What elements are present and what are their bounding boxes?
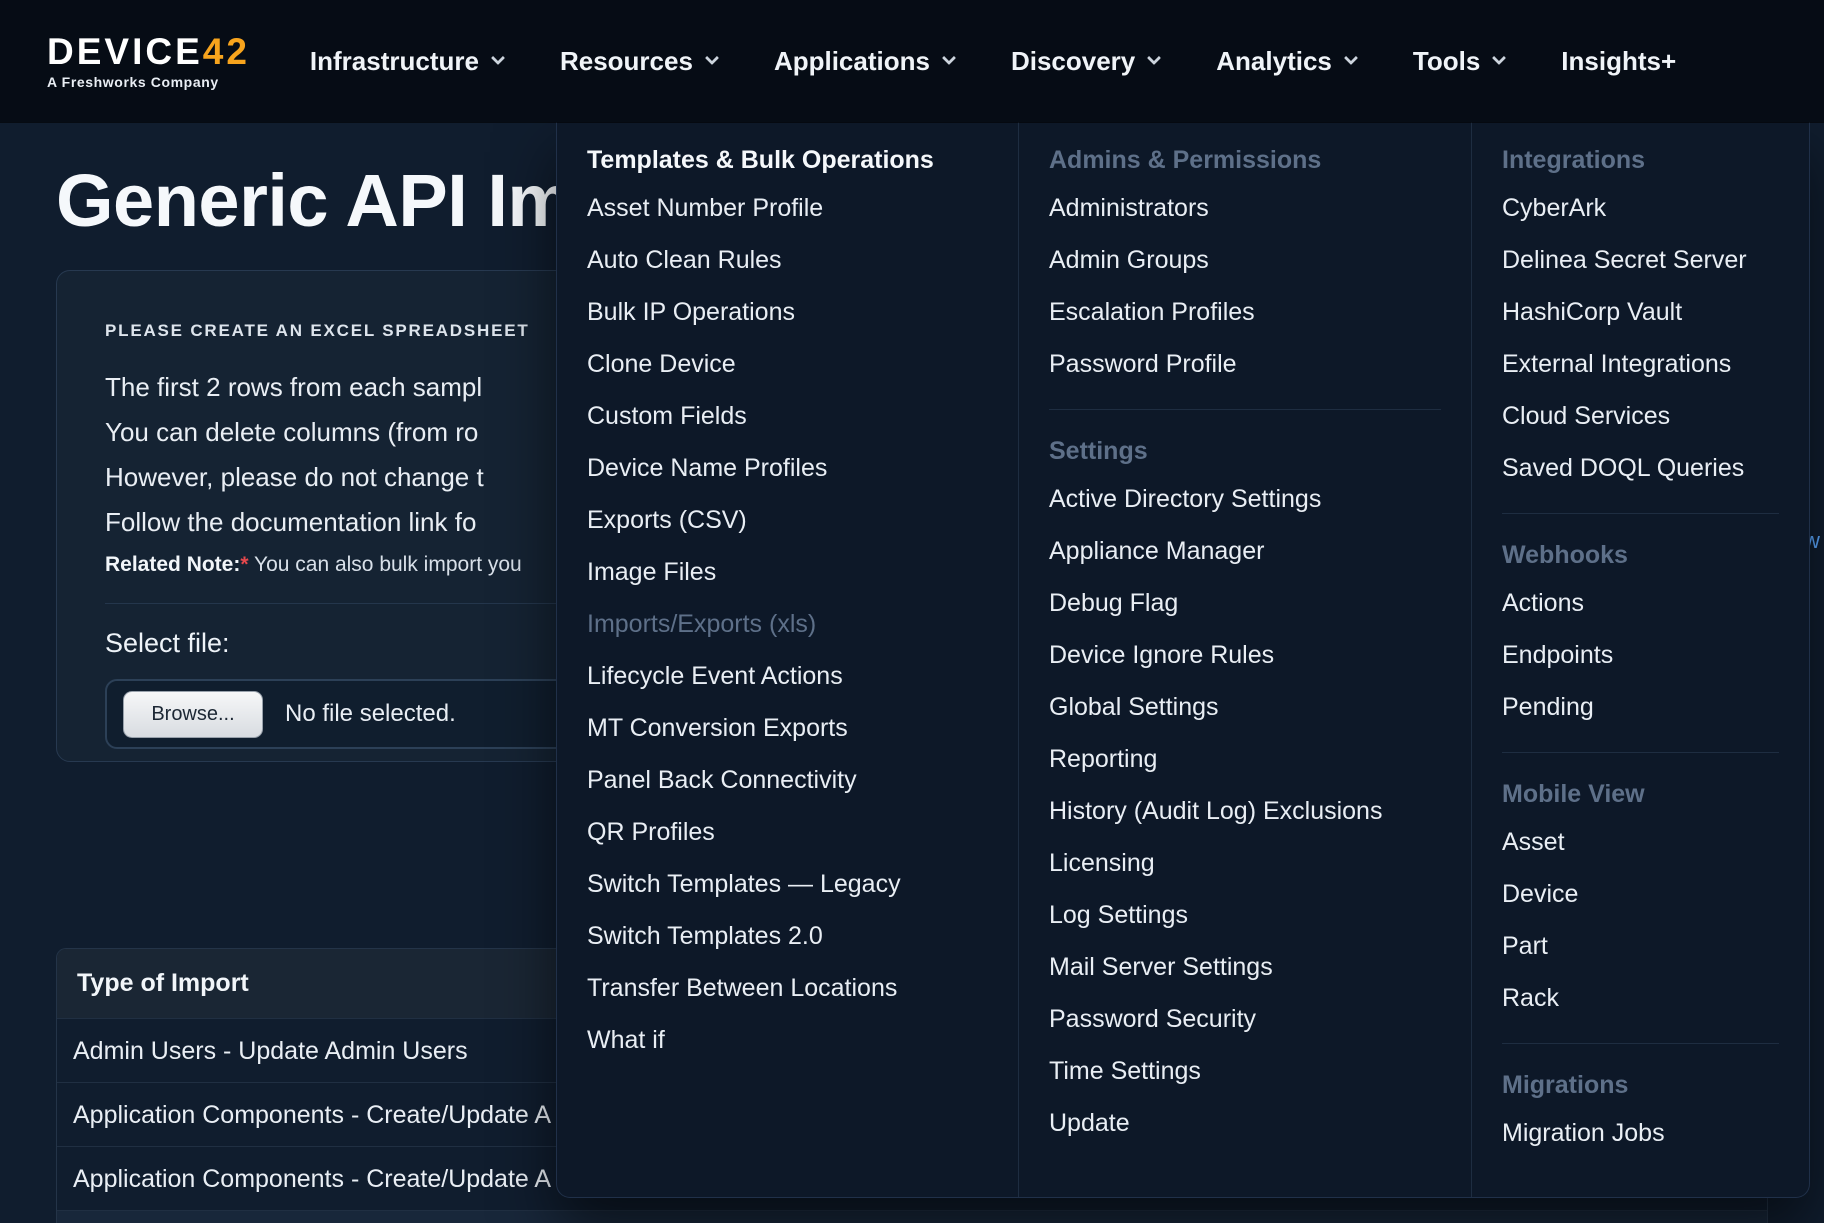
menu-item-part[interactable]: Part — [1502, 920, 1779, 972]
nav-item-applications[interactable]: Applications — [774, 46, 954, 77]
chevron-down-icon — [942, 50, 956, 64]
menu-group-header-webhooks: Webhooks — [1502, 533, 1779, 577]
menu-item-reporting[interactable]: Reporting — [1049, 733, 1441, 785]
menu-item-appliance-manager[interactable]: Appliance Manager — [1049, 525, 1441, 577]
menu-item-imports-exports-xls[interactable]: Imports/Exports (xls) — [587, 598, 988, 650]
related-note-text: You can also bulk import you — [249, 553, 522, 576]
menu-item-qr-profiles[interactable]: QR Profiles — [587, 806, 988, 858]
menu-item-panel-back-connectivity[interactable]: Panel Back Connectivity — [587, 754, 988, 806]
nav-item-tools[interactable]: Tools — [1413, 46, 1504, 77]
related-note-label: Related Note: — [105, 553, 240, 576]
menu-group-header-integrations: Integrations — [1502, 138, 1779, 182]
menu-item-lifecycle-event-actions[interactable]: Lifecycle Event Actions — [587, 650, 988, 702]
menu-item-administrators[interactable]: Administrators — [1049, 182, 1441, 234]
menu-item-password-profile[interactable]: Password Profile — [1049, 338, 1441, 390]
menu-item-migration-jobs[interactable]: Migration Jobs — [1502, 1107, 1779, 1159]
menu-column-integrations: Integrations CyberArk Delinea Secret Ser… — [1472, 122, 1809, 1197]
menu-item-custom-fields[interactable]: Custom Fields — [587, 390, 988, 442]
menu-item-actions[interactable]: Actions — [1502, 577, 1779, 629]
menu-item-switch-templates-legacy[interactable]: Switch Templates — Legacy — [587, 858, 988, 910]
menu-item-global-settings[interactable]: Global Settings — [1049, 681, 1441, 733]
menu-item-asset[interactable]: Asset — [1502, 816, 1779, 868]
menu-item-debug-flag[interactable]: Debug Flag — [1049, 577, 1441, 629]
menu-item-escalation-profiles[interactable]: Escalation Profiles — [1049, 286, 1441, 338]
menu-item-rack[interactable]: Rack — [1502, 972, 1779, 1024]
menu-item-pending[interactable]: Pending — [1502, 681, 1779, 733]
menu-item-hashicorp-vault[interactable]: HashiCorp Vault — [1502, 286, 1779, 338]
menu-item-mt-conversion-exports[interactable]: MT Conversion Exports — [587, 702, 988, 754]
chevron-down-icon — [491, 50, 505, 64]
menu-group-header-settings: Settings — [1049, 429, 1441, 473]
menu-item-asset-number-profile[interactable]: Asset Number Profile — [587, 182, 988, 234]
nav-item-label: Discovery — [1011, 46, 1135, 77]
menu-item-what-if[interactable]: What if — [587, 1014, 988, 1066]
nav-item-insights-plus[interactable]: Insights+ — [1561, 46, 1676, 77]
menu-group-header-admins-permissions: Admins & Permissions — [1049, 138, 1441, 182]
menu-item-saved-doql-queries[interactable]: Saved DOQL Queries — [1502, 442, 1779, 494]
menu-item-clone-device[interactable]: Clone Device — [587, 338, 988, 390]
menu-item-endpoints[interactable]: Endpoints — [1502, 629, 1779, 681]
device42-logo-text: DEVICE42 — [47, 33, 250, 70]
menu-item-delinea-secret-server[interactable]: Delinea Secret Server — [1502, 234, 1779, 286]
menu-group-header-templates-bulk-operations: Templates & Bulk Operations — [587, 138, 988, 182]
menu-item-cloud-services[interactable]: Cloud Services — [1502, 390, 1779, 442]
menu-group-divider — [1502, 1043, 1779, 1044]
nav-item-analytics[interactable]: Analytics — [1216, 46, 1356, 77]
menu-item-transfer-between-locations[interactable]: Transfer Between Locations — [587, 962, 988, 1014]
chevron-down-icon — [1147, 50, 1161, 64]
menu-item-external-integrations[interactable]: External Integrations — [1502, 338, 1779, 390]
menu-item-admin-groups[interactable]: Admin Groups — [1049, 234, 1441, 286]
browse-button[interactable]: Browse... — [123, 691, 263, 738]
menu-item-update[interactable]: Update — [1049, 1097, 1441, 1149]
menu-item-device-ignore-rules[interactable]: Device Ignore Rules — [1049, 629, 1441, 681]
logo-name: DEVICE — [47, 31, 203, 72]
device42-logo[interactable]: DEVICE42 A Freshworks Company — [47, 33, 250, 89]
nav-item-label: Analytics — [1216, 46, 1332, 77]
menu-item-password-security[interactable]: Password Security — [1049, 993, 1441, 1045]
table-row-partial — [57, 1210, 1767, 1223]
menu-column-admins-settings: Admins & Permissions Administrators Admi… — [1019, 122, 1472, 1197]
required-asterisk: * — [240, 553, 248, 576]
nav-item-infrastructure[interactable]: Infrastructure — [310, 46, 503, 77]
file-status-text: No file selected. — [285, 700, 456, 728]
menu-item-exports-csv[interactable]: Exports (CSV) — [587, 494, 988, 546]
menu-item-switch-templates-2-0[interactable]: Switch Templates 2.0 — [587, 910, 988, 962]
menu-column-templates: Templates & Bulk Operations Asset Number… — [557, 122, 1019, 1197]
menu-item-time-settings[interactable]: Time Settings — [1049, 1045, 1441, 1097]
chevron-down-icon — [1492, 50, 1506, 64]
main-nav: Infrastructure Resources Applications Di… — [310, 46, 1676, 77]
menu-group-divider — [1049, 409, 1441, 410]
menu-item-auto-clean-rules[interactable]: Auto Clean Rules — [587, 234, 988, 286]
menu-item-cyberark[interactable]: CyberArk — [1502, 182, 1779, 234]
logo-subtitle: A Freshworks Company — [47, 75, 250, 89]
menu-group-divider — [1502, 513, 1779, 514]
menu-item-mail-server-settings[interactable]: Mail Server Settings — [1049, 941, 1441, 993]
menu-group-header-migrations: Migrations — [1502, 1063, 1779, 1107]
menu-item-licensing[interactable]: Licensing — [1049, 837, 1441, 889]
nav-item-label: Applications — [774, 46, 930, 77]
nav-item-discovery[interactable]: Discovery — [1011, 46, 1159, 77]
nav-item-label: Tools — [1413, 46, 1480, 77]
menu-group-divider — [1502, 752, 1779, 753]
menu-item-bulk-ip-operations[interactable]: Bulk IP Operations — [587, 286, 988, 338]
menu-item-image-files[interactable]: Image Files — [587, 546, 988, 598]
menu-item-history-audit-log-exclusions[interactable]: History (Audit Log) Exclusions — [1049, 785, 1441, 837]
logo-accent: 42 — [203, 31, 250, 72]
menu-item-device-name-profiles[interactable]: Device Name Profiles — [587, 442, 988, 494]
menu-item-device[interactable]: Device — [1502, 868, 1779, 920]
chevron-down-icon — [1344, 50, 1358, 64]
menu-item-active-directory-settings[interactable]: Active Directory Settings — [1049, 473, 1441, 525]
nav-item-label: Resources — [560, 46, 693, 77]
menu-group-header-mobile-view: Mobile View — [1502, 772, 1779, 816]
nav-item-resources[interactable]: Resources — [560, 46, 717, 77]
menu-item-log-settings[interactable]: Log Settings — [1049, 889, 1441, 941]
nav-item-label: Infrastructure — [310, 46, 479, 77]
nav-item-label: Insights+ — [1561, 46, 1676, 77]
chevron-down-icon — [705, 50, 719, 64]
tools-mega-menu: Templates & Bulk Operations Asset Number… — [556, 122, 1810, 1198]
top-navigation: DEVICE42 A Freshworks Company Infrastruc… — [0, 0, 1824, 122]
